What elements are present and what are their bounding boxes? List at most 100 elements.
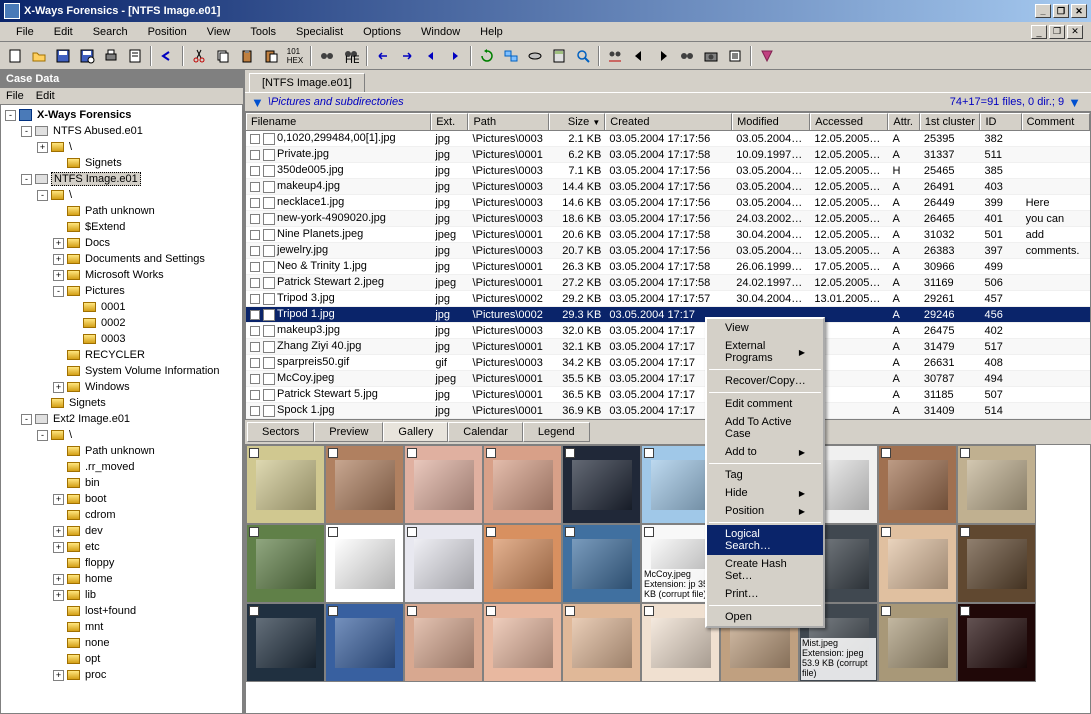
goto-icon[interactable]: [396, 45, 418, 67]
btab-gallery[interactable]: Gallery: [383, 422, 448, 442]
menu-specialist[interactable]: Specialist: [288, 24, 351, 40]
tree-item[interactable]: Path unknown: [3, 203, 240, 219]
calc-icon[interactable]: [548, 45, 570, 67]
tree-expander[interactable]: -: [37, 430, 48, 441]
cm-addtoactivecase[interactable]: Add To Active Case: [707, 413, 823, 443]
thumb-checkbox[interactable]: [960, 527, 970, 537]
thumbnail[interactable]: [246, 445, 325, 524]
thumb-checkbox[interactable]: [960, 448, 970, 458]
cm-externalprograms[interactable]: External Programs▶: [707, 337, 823, 367]
table-row[interactable]: McCoy.jpegjpeg\Pictures\000135.5 KB03.05…: [246, 371, 1090, 387]
thumbnail[interactable]: [878, 603, 957, 682]
mdi-minimize[interactable]: _: [1031, 25, 1047, 39]
tree-item[interactable]: floppy: [3, 555, 240, 571]
col-accessed[interactable]: Accessed: [810, 113, 888, 130]
table-row[interactable]: necklace1.jpgjpg\Pictures\000314.6 KB03.…: [246, 195, 1090, 211]
thumbnail[interactable]: [562, 603, 641, 682]
case-menu-edit[interactable]: Edit: [36, 90, 55, 102]
binoculars-hex-icon[interactable]: HEX: [340, 45, 362, 67]
next-icon[interactable]: [652, 45, 674, 67]
tree-item[interactable]: none: [3, 635, 240, 651]
table-row[interactable]: Neo & Trinity 1.jpgjpg\Pictures\000126.3…: [246, 259, 1090, 275]
tree-item[interactable]: -\: [3, 187, 240, 203]
thumb-checkbox[interactable]: [407, 527, 417, 537]
thumbnail[interactable]: [246, 524, 325, 603]
tree-item[interactable]: RECYCLER: [3, 347, 240, 363]
new-icon[interactable]: [4, 45, 26, 67]
tree-item[interactable]: +Documents and Settings: [3, 251, 240, 267]
table-row[interactable]: Private.jpgjpg\Pictures\00016.2 KB03.05.…: [246, 147, 1090, 163]
tree-expander[interactable]: +: [53, 494, 64, 505]
tree-expander[interactable]: +: [53, 238, 64, 249]
save-as-icon[interactable]: [76, 45, 98, 67]
filter-icon-2[interactable]: ▼: [1068, 95, 1081, 110]
table-row[interactable]: Tripod 1.jpgjpg\Pictures\000229.3 KB03.0…: [246, 307, 1090, 323]
thumb-checkbox[interactable]: [960, 606, 970, 616]
table-body[interactable]: 0,1020,299484,00[1].jpgjpg\Pictures\0003…: [246, 131, 1090, 419]
tree-item[interactable]: +boot: [3, 491, 240, 507]
table-row[interactable]: Patrick Stewart 5.jpgjpg\Pictures\000136…: [246, 387, 1090, 403]
thumb-checkbox[interactable]: [881, 527, 891, 537]
thumb-checkbox[interactable]: [565, 606, 575, 616]
filter-icon[interactable]: ▼: [251, 95, 264, 110]
tree-item[interactable]: +Docs: [3, 235, 240, 251]
fwd-icon[interactable]: [444, 45, 466, 67]
binoculars-icon[interactable]: [316, 45, 338, 67]
btab-calendar[interactable]: Calendar: [448, 422, 523, 442]
thumbnail[interactable]: [325, 603, 404, 682]
thumbnail[interactable]: [957, 524, 1036, 603]
menu-view[interactable]: View: [199, 24, 239, 40]
col-comment[interactable]: Comment: [1022, 113, 1090, 130]
thumb-checkbox[interactable]: [486, 606, 496, 616]
search-all-icon[interactable]: [676, 45, 698, 67]
tree-expander[interactable]: +: [53, 382, 64, 393]
cm-view[interactable]: View: [707, 319, 823, 337]
thumbnail[interactable]: [404, 524, 483, 603]
thumbnail[interactable]: [325, 524, 404, 603]
menu-position[interactable]: Position: [140, 24, 195, 40]
tree-item[interactable]: +etc: [3, 539, 240, 555]
thumb-checkbox[interactable]: [328, 606, 338, 616]
table-row[interactable]: Tripod 3.jpgjpg\Pictures\000229.2 KB03.0…: [246, 291, 1090, 307]
context-menu[interactable]: ViewExternal Programs▶Recover/Copy…Edit …: [705, 317, 825, 628]
thumbnail[interactable]: [325, 445, 404, 524]
tree-item[interactable]: -\: [3, 427, 240, 443]
disk-icon[interactable]: [524, 45, 546, 67]
help-icon[interactable]: [756, 45, 778, 67]
table-header[interactable]: FilenameExt.PathSize ▼CreatedModifiedAcc…: [246, 113, 1090, 131]
case-tree[interactable]: -X-Ways Forensics-NTFS Abused.e01+\Signe…: [0, 104, 243, 714]
thumbnail[interactable]: [957, 445, 1036, 524]
thumbnail[interactable]: [562, 445, 641, 524]
tree-item[interactable]: +dev: [3, 523, 240, 539]
thumb-checkbox[interactable]: [644, 527, 654, 537]
cm-print[interactable]: Print…: [707, 585, 823, 603]
thumbnail[interactable]: [404, 603, 483, 682]
mdi-restore[interactable]: ❐: [1049, 25, 1065, 39]
table-row[interactable]: makeup3.jpgjpg\Pictures\000332.0 KB03.05…: [246, 323, 1090, 339]
mdi-close[interactable]: ✕: [1067, 25, 1083, 39]
tree-item[interactable]: -Ext2 Image.e01: [3, 411, 240, 427]
gallery[interactable]: McCoy.jpeg Extension: jp 35.5 KB (corrup…: [245, 444, 1091, 714]
tree-item[interactable]: -NTFS Image.e01: [3, 171, 240, 187]
tree-item[interactable]: $Extend: [3, 219, 240, 235]
tree-expander[interactable]: +: [53, 254, 64, 265]
clipboard-icon[interactable]: [236, 45, 258, 67]
minimize-button[interactable]: _: [1035, 4, 1051, 18]
thumb-checkbox[interactable]: [328, 448, 338, 458]
tree-item[interactable]: cdrom: [3, 507, 240, 523]
thumbnail[interactable]: [483, 524, 562, 603]
col-filename[interactable]: Filename: [246, 113, 431, 130]
col-id[interactable]: ID: [980, 113, 1021, 130]
tree-expander[interactable]: +: [53, 542, 64, 553]
back-icon[interactable]: [420, 45, 442, 67]
table-row[interactable]: 0,1020,299484,00[1].jpgjpg\Pictures\0003…: [246, 131, 1090, 147]
cm-hide[interactable]: Hide▶: [707, 484, 823, 502]
undo-icon[interactable]: [156, 45, 178, 67]
tree-expander[interactable]: -: [53, 286, 64, 297]
tab-ntfs-image[interactable]: [NTFS Image.e01]: [249, 73, 365, 92]
table-row[interactable]: Zhang Ziyi 40.jpgjpg\Pictures\000132.1 K…: [246, 339, 1090, 355]
menu-edit[interactable]: Edit: [46, 24, 81, 40]
paste-icon[interactable]: [260, 45, 282, 67]
thumb-checkbox[interactable]: [486, 448, 496, 458]
col-size[interactable]: Size ▼: [549, 113, 606, 130]
